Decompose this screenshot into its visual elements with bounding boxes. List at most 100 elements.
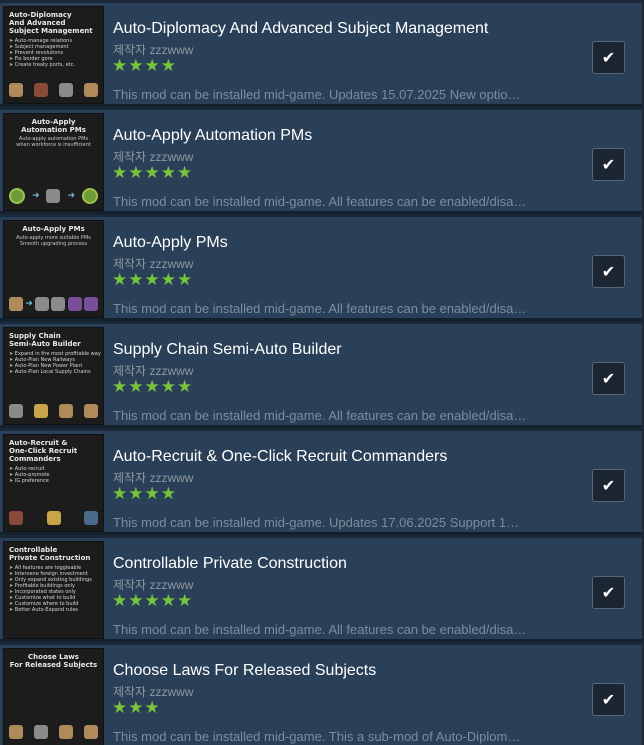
author-name[interactable]: zzzwww [149, 43, 193, 57]
author-name[interactable]: zzzwww [149, 257, 193, 271]
mod-description: This mod can be installed mid-game. All … [113, 408, 527, 423]
thumbnail-feature-list: All features are toggleableIntervene for… [9, 565, 98, 613]
author-prefix: 제작자 [113, 257, 147, 271]
star-icon: ★ [177, 698, 194, 718]
mod-description: This mod can be installed mid-game. All … [113, 622, 527, 637]
mod-thumbnail[interactable]: Controllable Private Construction All fea… [3, 541, 104, 639]
checkmark-icon: ✔ [601, 690, 616, 709]
star-icon: ★ [128, 591, 145, 611]
crowd-icon [84, 725, 98, 739]
star-icon: ★ [177, 377, 194, 397]
mod-title[interactable]: Auto-Recruit & One-Click Recruit Command… [113, 448, 447, 466]
star-icon: ★ [160, 377, 177, 397]
enable-checkbox[interactable]: ✔ [592, 255, 625, 288]
author-prefix: 제작자 [113, 685, 147, 699]
thumbnail-title: Auto-Apply Automation PMs [21, 118, 86, 134]
author-name[interactable]: zzzwww [149, 364, 193, 378]
author-name[interactable]: zzzwww [149, 471, 193, 485]
checkmark-icon: ✔ [601, 262, 616, 281]
mod-description: This mod can be installed mid-game. This… [113, 729, 521, 744]
mod-title[interactable]: Supply Chain Semi-Auto Builder [113, 341, 342, 359]
enable-checkbox[interactable]: ✔ [592, 683, 625, 716]
star-icon: ★ [144, 591, 161, 611]
mod-row[interactable]: Supply Chain Semi-Auto Builder Expand in … [0, 324, 642, 428]
checkmark-icon: ✔ [601, 48, 616, 67]
mod-description: This mod can be installed mid-game. Upda… [113, 515, 520, 530]
enable-checkbox[interactable]: ✔ [592, 362, 625, 395]
star-icon: ★ [160, 163, 177, 183]
mod-list: Auto-Diplomacy And Advanced Subject Mana… [0, 0, 644, 745]
cotton-icon [9, 404, 23, 418]
star-icon: ★ [144, 698, 161, 718]
author-prefix: 제작자 [113, 471, 147, 485]
rating-stars: ★★★★★ [112, 56, 193, 76]
mod-row[interactable]: Choose Laws For Released Subjects Choose … [0, 645, 642, 745]
mod-thumbnail[interactable]: Auto-Recruit & One-Click Recruit Command… [3, 434, 104, 532]
people-icon [34, 725, 48, 739]
mod-description: This mod can be installed mid-game. All … [113, 194, 527, 209]
star-icon: ★ [128, 163, 145, 183]
thumbnail-feature: IG preference [9, 478, 98, 484]
house-icon [34, 83, 48, 97]
star-icon: ★ [112, 591, 129, 611]
mod-title[interactable]: Controllable Private Construction [113, 555, 347, 573]
thumbnail-feature: Create treaty ports, etc. [9, 62, 98, 68]
mod-row[interactable]: Auto-Apply PMs Auto-apply more suitable P… [0, 217, 642, 321]
thumbnail-icons: ➜ ➜ [9, 188, 98, 204]
star-icon: ★ [160, 698, 177, 718]
star-icon: ★ [144, 270, 161, 290]
derrick-icon [51, 297, 66, 311]
mod-title[interactable]: Auto-Apply PMs [113, 234, 228, 252]
author-prefix: 제작자 [113, 364, 147, 378]
mod-thumbnail[interactable]: Auto-Diplomacy And Advanced Subject Mana… [3, 6, 104, 104]
enable-checkbox[interactable]: ✔ [592, 576, 625, 609]
star-icon: ★ [128, 484, 145, 504]
checkmark-icon: ✔ [601, 155, 616, 174]
star-icon: ★ [177, 484, 194, 504]
star-icon: ★ [160, 484, 177, 504]
mod-title[interactable]: Auto-Diplomacy And Advanced Subject Mana… [113, 20, 488, 38]
mod-title[interactable]: Auto-Apply Automation PMs [113, 127, 312, 145]
mod-thumbnail[interactable]: Choose Laws For Released Subjects [3, 648, 104, 745]
enable-checkbox[interactable]: ✔ [592, 41, 625, 74]
rating-stars: ★★★★★ [112, 591, 193, 611]
enable-checkbox[interactable]: ✔ [592, 469, 625, 502]
author-prefix: 제작자 [113, 578, 147, 592]
mod-thumbnail[interactable]: Auto-Apply Automation PMs Auto-apply auto… [3, 113, 104, 211]
mod-title[interactable]: Choose Laws For Released Subjects [113, 662, 376, 680]
globe-icon [84, 511, 98, 525]
checkmark-icon: ✔ [601, 476, 616, 495]
author-name[interactable]: zzzwww [149, 150, 193, 164]
thumbnail-feature: Auto-Plan Local Supply Chains [9, 369, 98, 375]
star-icon: ★ [160, 591, 177, 611]
mod-thumbnail[interactable]: Supply Chain Semi-Auto Builder Expand in … [3, 327, 104, 425]
star-icon: ★ [128, 56, 145, 76]
author-name[interactable]: zzzwww [149, 578, 193, 592]
anchor-icon [59, 83, 73, 97]
star-icon: ★ [128, 270, 145, 290]
checkmark-icon: ✔ [601, 369, 616, 388]
star-icon: ★ [177, 591, 194, 611]
silk-icon [67, 297, 82, 311]
thumbnail-icons [9, 83, 98, 97]
star-icon: ★ [177, 56, 194, 76]
mod-row[interactable]: Auto-Diplomacy And Advanced Subject Mana… [0, 3, 642, 107]
rating-stars: ★★★★★ [112, 377, 193, 397]
factory-icon [59, 725, 73, 739]
mod-thumbnail[interactable]: Auto-Apply PMs Auto-apply more suitable P… [3, 220, 104, 318]
branch-icon [35, 297, 50, 311]
flag-icon [9, 725, 23, 739]
mod-row[interactable]: Controllable Private Construction All fea… [0, 538, 642, 642]
thumbnail-feature-list: Auto-manage relationsSubject managementP… [9, 38, 98, 68]
star-icon: ★ [112, 698, 129, 718]
enable-checkbox[interactable]: ✔ [592, 148, 625, 181]
thumbnail-icons [9, 725, 98, 739]
grain-icon [34, 404, 48, 418]
thumbnail-title: Supply Chain Semi-Auto Builder [9, 332, 81, 348]
thumbnail-subtitle: Auto-apply automation PMs when workforce… [16, 136, 91, 148]
mod-row[interactable]: Auto-Recruit & One-Click Recruit Command… [0, 431, 642, 535]
tools-icon [9, 297, 23, 311]
author-name[interactable]: zzzwww [149, 685, 193, 699]
swords-icon [9, 511, 23, 525]
mod-row[interactable]: Auto-Apply Automation PMs Auto-apply auto… [0, 110, 642, 214]
